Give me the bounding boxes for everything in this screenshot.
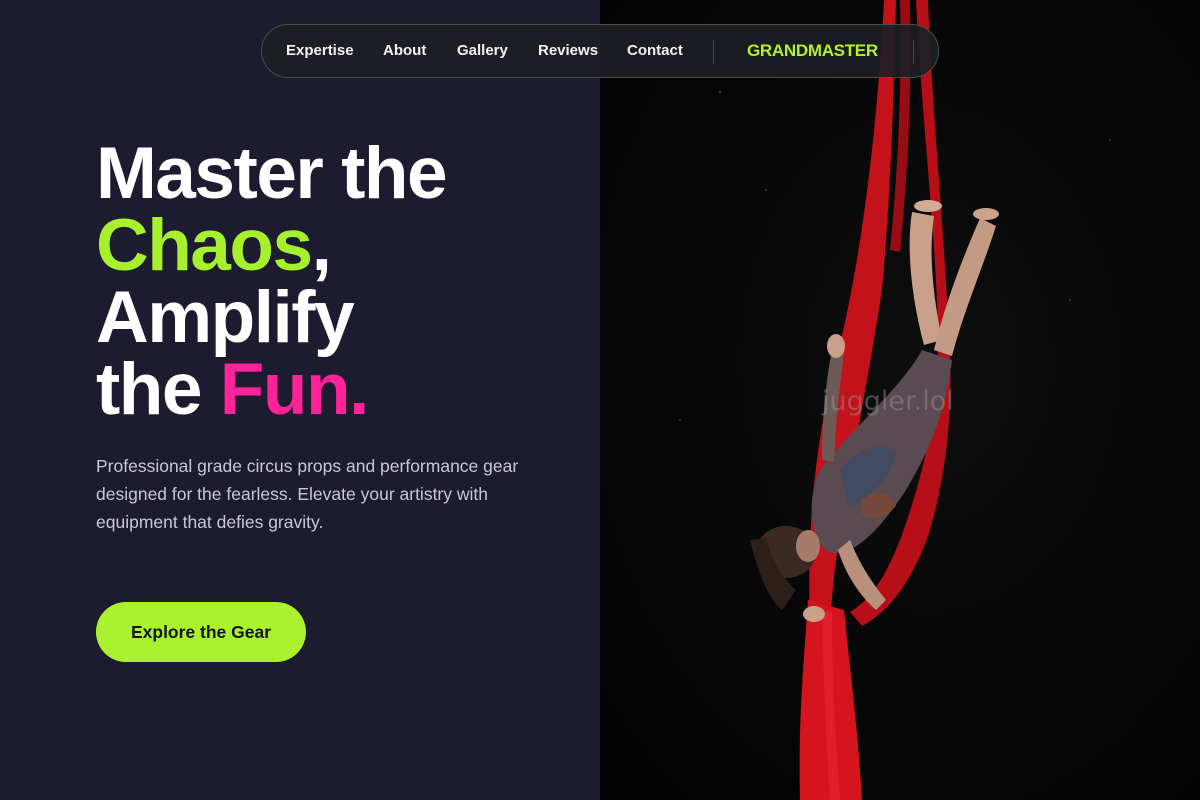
watermark-text: juggler.lol [822, 386, 954, 417]
hero-description: Professional grade circus props and perf… [96, 456, 519, 532]
headline-accent-fun: Fun [219, 349, 351, 430]
nav-divider-left [713, 40, 714, 64]
top-navigation-bar: Expertise About Gallery Reviews Contact … [261, 24, 939, 78]
nav-link-contact[interactable]: Contact [627, 42, 683, 59]
hero-photo: juggler.lol [600, 0, 1200, 800]
hero-headline: Master the Chaos, Amplify the Fun. [96, 133, 576, 426]
nav-link-reviews[interactable]: Reviews [538, 42, 598, 59]
nav-link-expertise[interactable]: Expertise [286, 42, 354, 59]
explore-gear-button[interactable]: Explore the Gear [96, 602, 306, 662]
headline-line-4: the Fun. [96, 353, 576, 426]
headline-line-1: Master the [96, 133, 448, 214]
headline-period: . [349, 349, 369, 430]
nav-divider-right [913, 40, 914, 64]
headline-line-3: Amplify [96, 277, 355, 358]
headline-accent-chaos: Chaos [96, 205, 313, 286]
nav-link-about[interactable]: About [383, 42, 426, 59]
headline-the: the [96, 349, 220, 430]
nav-link-gallery[interactable]: Gallery [457, 42, 508, 59]
headline-line-2: Chaos, [96, 209, 576, 282]
headline-comma: , [311, 205, 332, 286]
brand-logo[interactable]: GRANDMASTER [747, 41, 878, 61]
